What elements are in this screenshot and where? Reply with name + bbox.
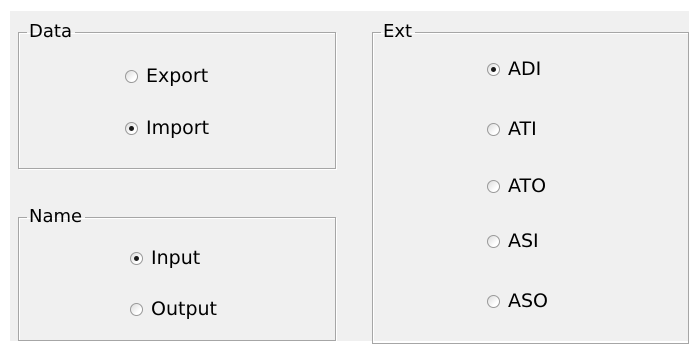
radio-import-indicator[interactable] — [125, 121, 138, 135]
radio-ato-label: ATO — [508, 175, 547, 197]
name-group-title: Name — [29, 206, 83, 227]
radio-ati-indicator[interactable] — [487, 122, 500, 136]
radio-export[interactable]: Export — [125, 65, 208, 87]
ext-group-title: Ext — [383, 21, 413, 42]
data-groupbox: Data — [18, 22, 336, 169]
radio-ati[interactable]: ATI — [487, 118, 537, 140]
radio-adi[interactable]: ADI — [487, 58, 541, 80]
radio-adi-label: ADI — [508, 58, 542, 80]
radio-ati-label: ATI — [508, 118, 537, 140]
radio-output[interactable]: Output — [130, 298, 217, 320]
radio-aso-label: ASO — [508, 290, 549, 312]
radio-output-indicator[interactable] — [130, 302, 143, 316]
radio-export-label: Export — [146, 65, 209, 87]
radio-adi-indicator[interactable] — [487, 62, 500, 76]
radio-aso[interactable]: ASO — [487, 290, 548, 312]
radio-import[interactable]: Import — [125, 117, 209, 139]
radio-import-label: Import — [146, 117, 210, 139]
radio-aso-indicator[interactable] — [487, 294, 500, 308]
data-group-title: Data — [29, 21, 72, 42]
radio-asi-indicator[interactable] — [487, 234, 500, 248]
radio-export-indicator[interactable] — [125, 69, 138, 83]
radio-ato-indicator[interactable] — [487, 179, 500, 193]
radio-input-indicator[interactable] — [130, 251, 143, 265]
radio-ato[interactable]: ATO — [487, 175, 546, 197]
radio-input-label: Input — [151, 247, 201, 269]
radio-asi-label: ASI — [508, 230, 539, 252]
radio-input[interactable]: Input — [130, 247, 200, 269]
radio-asi[interactable]: ASI — [487, 230, 539, 252]
radio-output-label: Output — [151, 298, 217, 320]
name-groupbox: Name — [18, 207, 336, 341]
